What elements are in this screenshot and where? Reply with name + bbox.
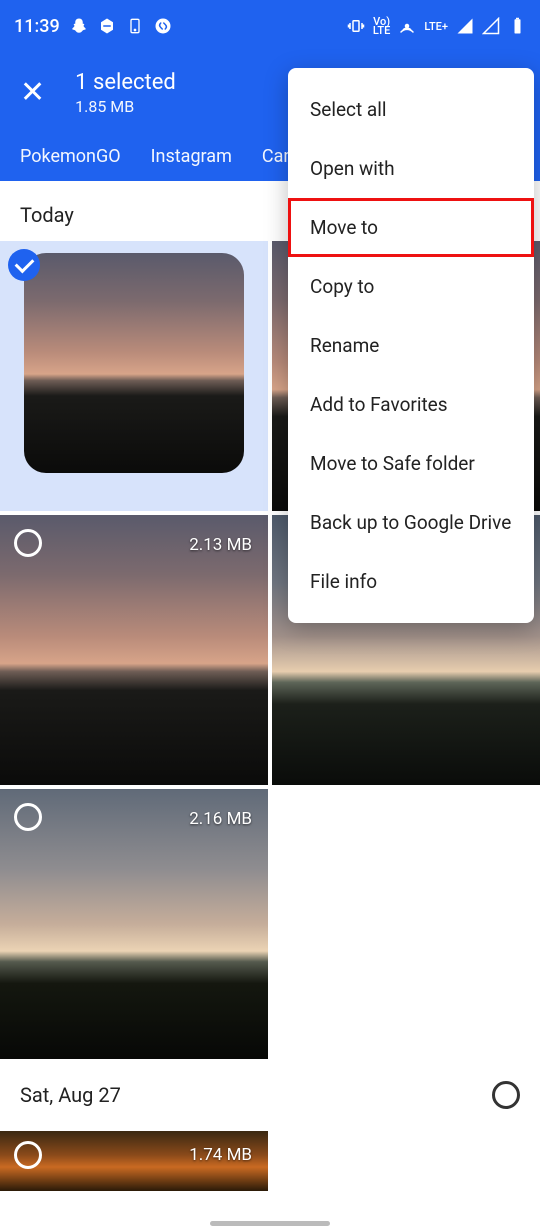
photo-item[interactable]: 2.16 MB <box>0 789 268 1059</box>
tab-pokemongo[interactable]: PokemonGO <box>20 146 121 167</box>
phone-notif-icon <box>126 17 144 35</box>
hotspot-icon <box>398 17 416 35</box>
photo-item-selected[interactable] <box>0 241 268 511</box>
photo-size: 2.13 MB <box>189 535 252 555</box>
tab-instagram[interactable]: Instagram <box>151 146 232 167</box>
menu-rename[interactable]: Rename <box>288 316 534 375</box>
menu-open-with[interactable]: Open with <box>288 139 534 198</box>
close-icon[interactable]: ✕ <box>20 78 45 108</box>
selection-size: 1.85 MB <box>75 97 176 116</box>
menu-select-all[interactable]: Select all <box>288 80 534 139</box>
photo-item-empty <box>272 789 540 1059</box>
photo-thumbnail <box>24 253 244 473</box>
menu-file-info[interactable]: File info <box>288 552 534 611</box>
photo-size: 2.16 MB <box>189 809 252 829</box>
select-ring-icon[interactable] <box>14 1141 42 1169</box>
menu-copy-to[interactable]: Copy to <box>288 257 534 316</box>
volte-icon: Vo) LTE <box>373 17 391 35</box>
selection-count: 1 selected <box>75 70 176 95</box>
status-bar: 11:39 Vo) LTE LTE+ <box>0 0 540 52</box>
photo-item-empty <box>272 1131 540 1191</box>
signal-2-icon <box>482 17 500 35</box>
check-icon <box>8 249 40 281</box>
menu-move-to[interactable]: Move to <box>288 198 534 257</box>
shazam-icon <box>154 17 172 35</box>
photo-grid-2: 1.74 MB <box>0 1131 540 1191</box>
lte-label: LTE+ <box>424 22 448 31</box>
overflow-menu: Select all Open with Move to Copy to Ren… <box>288 68 534 623</box>
select-ring-icon[interactable] <box>14 803 42 831</box>
photo-size: 1.74 MB <box>189 1145 252 1165</box>
nav-handle[interactable] <box>210 1221 330 1226</box>
menu-safe-folder[interactable]: Move to Safe folder <box>288 434 534 493</box>
photo-item[interactable]: 2.13 MB <box>0 515 268 785</box>
select-ring-icon[interactable] <box>14 529 42 557</box>
battery-icon <box>508 17 526 35</box>
snapchat-icon <box>70 17 88 35</box>
photo-item[interactable]: 1.74 MB <box>0 1131 268 1191</box>
menu-backup[interactable]: Back up to Google Drive <box>288 493 534 552</box>
select-all-ring-icon[interactable] <box>492 1081 520 1109</box>
menu-favorites[interactable]: Add to Favorites <box>288 375 534 434</box>
signal-1-icon <box>456 17 474 35</box>
hexagon-icon <box>98 17 116 35</box>
vibrate-icon <box>347 17 365 35</box>
clock: 11:39 <box>14 16 60 37</box>
section-date: Sat, Aug 27 <box>20 1083 121 1107</box>
section-header-sat: Sat, Aug 27 <box>0 1059 540 1131</box>
